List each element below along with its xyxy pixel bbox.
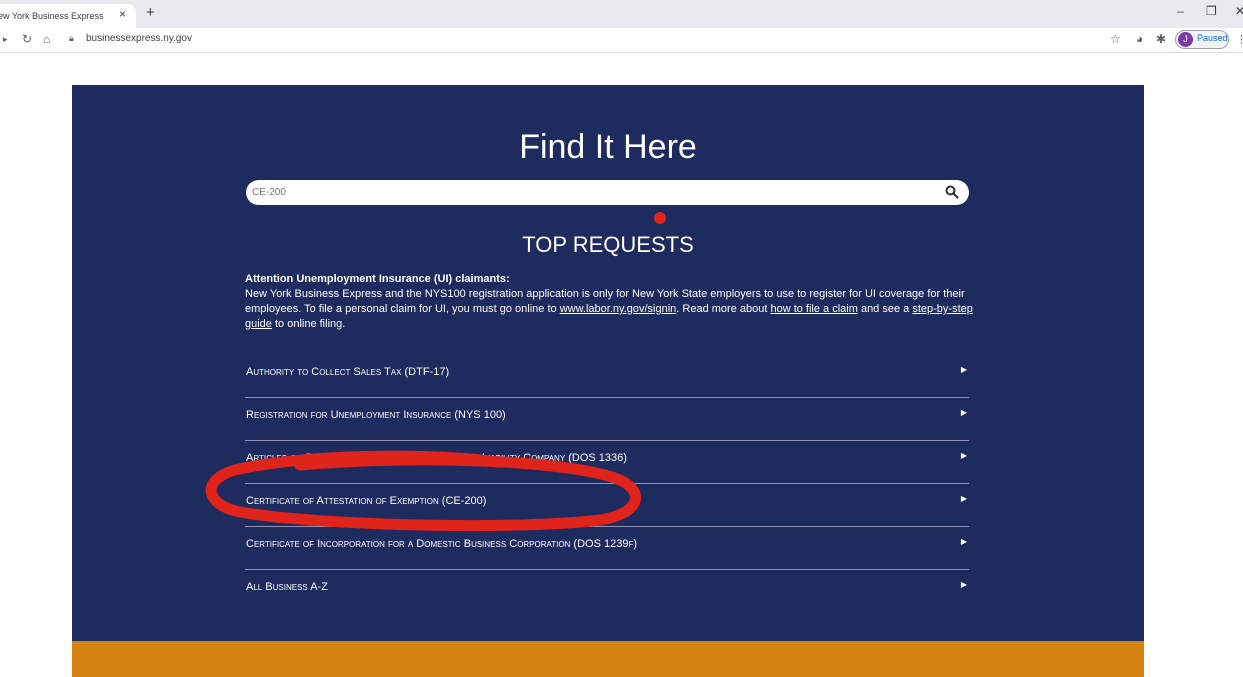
puzzle-extensions-icon[interactable]: ✱ xyxy=(1156,32,1166,46)
search-icon[interactable] xyxy=(944,184,960,200)
lock-icon: 🔒︎ xyxy=(69,33,74,43)
request-item-all-business[interactable]: All Business A-Z ▶ xyxy=(245,570,969,612)
find-it-here-section: Find It Here CE-200 TOP REQUESTS Attenti… xyxy=(72,85,1144,641)
chevron-right-icon: ▶ xyxy=(960,580,967,589)
chevron-right-icon: ▶ xyxy=(960,537,967,546)
notice-text-3: and see a xyxy=(857,303,913,315)
tab-title: ew York Business Express xyxy=(0,11,104,21)
request-label: Certificate of Incorporation for a Domes… xyxy=(246,538,638,550)
chevron-right-icon: ▶ xyxy=(960,365,967,374)
ui-claimants-notice: Attention Unemployment Insurance (UI) cl… xyxy=(245,272,975,332)
search-value: CE-200 xyxy=(252,187,286,198)
request-item-dos1336[interactable]: Articles of Organization for a Domestic … xyxy=(245,441,969,484)
url-field[interactable]: businessexpress.ny.gov xyxy=(86,33,192,44)
how-to-file-link[interactable]: how to file a claim xyxy=(770,303,857,315)
chevron-right-icon: ▶ xyxy=(960,494,967,503)
tab-bar: ew York Business Express × + – ❐ ✕ xyxy=(0,0,1243,28)
address-bar: ▸ ↻ ⌂ 🔒︎ businessexpress.ny.gov ☆ ◕ ✱ J … xyxy=(0,28,1243,53)
reload-icon[interactable]: ↻ xyxy=(22,32,32,46)
menu-icon[interactable]: ⋮ xyxy=(1236,33,1243,46)
forward-icon[interactable]: ▸ xyxy=(3,34,8,45)
search-input[interactable]: CE-200 xyxy=(246,180,969,205)
home-icon[interactable]: ⌂ xyxy=(43,32,50,46)
profile-button[interactable]: J Paused xyxy=(1175,30,1229,49)
restore-icon[interactable]: ❐ xyxy=(1206,4,1217,18)
request-item-ce200[interactable]: Certificate of Attestation of Exemption … xyxy=(245,484,969,527)
notice-text-4: to online filing. xyxy=(271,318,346,330)
bookmark-star-icon[interactable]: ☆ xyxy=(1110,32,1121,46)
request-label: Articles of Organization for a Domestic … xyxy=(246,452,627,464)
chevron-right-icon: ▶ xyxy=(960,408,967,417)
labor-signin-link[interactable]: www.labor.ny.gov/signin xyxy=(560,303,677,315)
footer-band xyxy=(72,641,1144,677)
browser-tab[interactable]: ew York Business Express × xyxy=(0,4,136,28)
request-label: Certificate of Attestation of Exemption … xyxy=(246,495,487,507)
red-dot-marker xyxy=(654,212,666,224)
close-tab-icon[interactable]: × xyxy=(119,7,126,21)
top-requests-list: Authority to Collect Sales Tax (DTF-17) … xyxy=(245,355,969,612)
avatar: J xyxy=(1178,32,1193,47)
profile-status: Paused xyxy=(1197,33,1228,43)
notice-text-2: . Read more about xyxy=(676,303,771,315)
request-label: All Business A-Z xyxy=(246,581,328,593)
notice-heading: Attention Unemployment Insurance (UI) cl… xyxy=(245,273,510,285)
request-label: Registration for Unemployment Insurance … xyxy=(246,409,506,421)
close-window-icon[interactable]: ✕ xyxy=(1235,4,1243,18)
top-requests-heading: TOP REQUESTS xyxy=(522,232,694,257)
new-tab-button[interactable]: + xyxy=(146,4,155,21)
chevron-right-icon: ▶ xyxy=(960,451,967,460)
request-label: Authority to Collect Sales Tax (DTF-17) xyxy=(246,366,450,378)
page-title: Find It Here xyxy=(519,128,697,166)
request-item-dos1239f[interactable]: Certificate of Incorporation for a Domes… xyxy=(245,527,969,570)
request-item-dtf17[interactable]: Authority to Collect Sales Tax (DTF-17) … xyxy=(245,355,969,398)
minimize-icon[interactable]: – xyxy=(1177,4,1184,18)
request-item-nys100[interactable]: Registration for Unemployment Insurance … xyxy=(245,398,969,441)
extension-icon[interactable]: ◕ xyxy=(1136,32,1143,46)
